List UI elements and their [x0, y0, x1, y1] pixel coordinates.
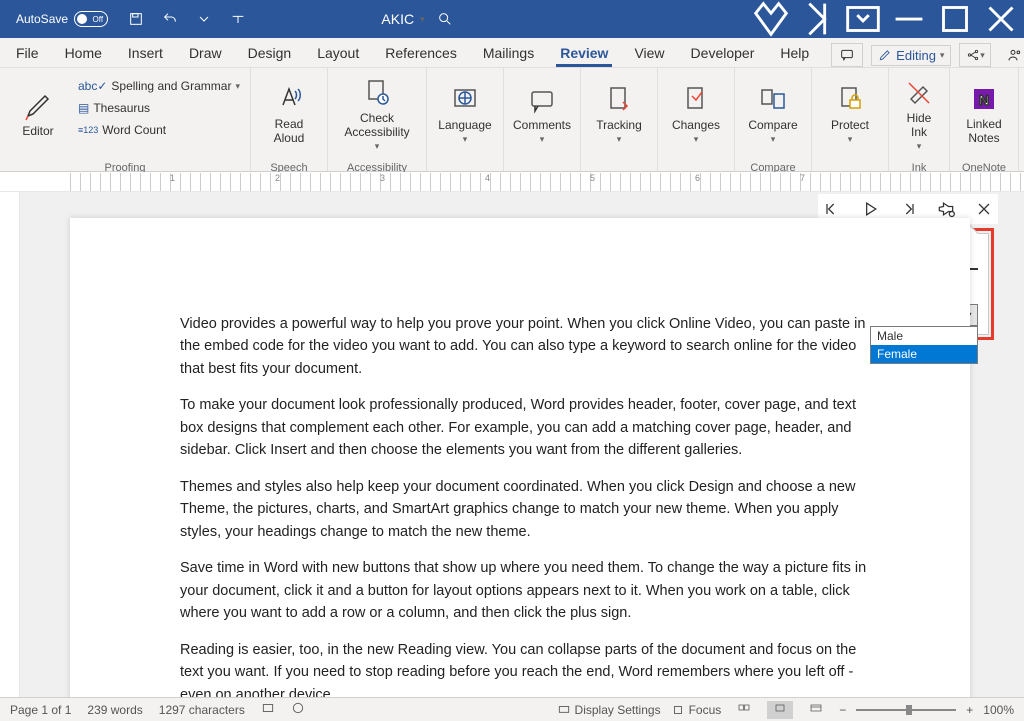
document-title[interactable]: AKIC [381, 11, 414, 27]
tab-file[interactable]: File [12, 41, 43, 67]
language-button[interactable]: Language▾ [433, 72, 497, 156]
editor-icon [22, 90, 54, 122]
paragraph: Themes and styles also help keep your do… [180, 476, 874, 543]
tab-design[interactable]: Design [244, 41, 296, 67]
read-mode-icon[interactable] [731, 701, 757, 719]
voice-dropdown: Male Female [870, 326, 978, 364]
previous-button[interactable] [822, 199, 842, 219]
autosave-toggle[interactable]: AutoSave Off [8, 11, 116, 27]
voice-option-female[interactable]: Female [871, 345, 977, 363]
tab-draw[interactable]: Draw [185, 41, 226, 67]
focus-button[interactable]: Focus [671, 703, 722, 717]
zoom-out-button[interactable]: − [839, 703, 846, 717]
display-settings-button[interactable]: Display Settings [557, 703, 661, 717]
close-read-aloud-button[interactable] [974, 199, 994, 219]
web-layout-icon[interactable] [803, 701, 829, 719]
autosave-label: AutoSave [16, 12, 68, 26]
tracking-button[interactable]: Tracking▾ [587, 72, 651, 156]
paragraph: Save time in Word with new buttons that … [180, 557, 874, 624]
autosave-state: Off [93, 15, 104, 24]
qat-customize-icon[interactable] [224, 5, 252, 33]
spell-check-icon[interactable] [261, 701, 275, 718]
document-area: Reading speed Voice Selection Female ▾ M… [0, 192, 1024, 697]
search-icon[interactable] [431, 5, 459, 33]
title-bar: AutoSave Off AKIC ▾ [0, 0, 1024, 38]
compare-button[interactable]: Compare▾ [741, 72, 805, 156]
changes-icon [680, 84, 712, 116]
vertical-ruler[interactable] [0, 192, 20, 697]
language-icon [449, 84, 481, 116]
tab-layout[interactable]: Layout [313, 41, 363, 67]
paragraph: Video provides a powerful way to help yo… [180, 313, 874, 380]
maximize-button[interactable] [932, 0, 978, 38]
share-button[interactable]: ▾ [959, 43, 991, 67]
compare-icon [757, 84, 789, 116]
paragraph: To make your document look professionall… [180, 394, 874, 461]
word-count[interactable]: 239 words [87, 703, 142, 717]
zoom-slider[interactable] [856, 709, 956, 711]
tab-view[interactable]: View [630, 41, 668, 67]
zoom-level[interactable]: 100% [983, 703, 1014, 717]
comments-icon [526, 84, 558, 116]
accessibility-status-icon[interactable] [291, 701, 305, 718]
changes-button[interactable]: Changes▾ [664, 72, 728, 156]
settings-button[interactable] [936, 199, 956, 219]
print-layout-icon[interactable] [767, 701, 793, 719]
paragraph: Reading is easier, too, in the new Readi… [180, 639, 874, 697]
undo-icon[interactable] [156, 5, 184, 33]
count-icon: ≡123 [78, 125, 98, 135]
ribbon: Editor abc✓Spelling and Grammar▾ ▤Thesau… [0, 68, 1024, 172]
coming-soon-icon[interactable] [794, 0, 840, 38]
next-button[interactable] [898, 199, 918, 219]
voice-option-male[interactable]: Male [871, 327, 977, 345]
check-accessibility-button[interactable]: Check Accessibility▾ [334, 72, 420, 156]
status-bar: Page 1 of 1 239 words 1297 characters Di… [0, 697, 1024, 721]
close-button[interactable] [978, 0, 1024, 38]
comments-button[interactable]: Comments▾ [510, 72, 574, 156]
tracking-icon [603, 84, 635, 116]
play-button[interactable] [860, 199, 880, 219]
horizontal-ruler[interactable]: 1 2 3 4 5 6 7 [0, 172, 1024, 192]
tab-mailings[interactable]: Mailings [479, 41, 538, 67]
document-page[interactable]: Video provides a powerful way to help yo… [70, 218, 970, 697]
chevron-down-icon: ▾ [940, 50, 945, 61]
tab-home[interactable]: Home [61, 41, 106, 67]
editing-label: Editing [896, 48, 936, 63]
book-icon: ▤ [78, 101, 89, 115]
zoom-in-button[interactable]: + [966, 703, 973, 717]
abc-icon: abc✓ [78, 79, 107, 93]
tab-references[interactable]: References [381, 41, 461, 67]
editing-mode-button[interactable]: Editing ▾ [871, 45, 951, 66]
onenote-icon: N [968, 83, 1000, 115]
tab-review[interactable]: Review [556, 41, 612, 67]
collab-button[interactable] [999, 43, 1024, 67]
ribbon-tabs: File Home Insert Draw Design Layout Refe… [0, 38, 1024, 68]
tab-developer[interactable]: Developer [687, 41, 759, 67]
svg-text:N: N [979, 92, 989, 108]
accessibility-icon [361, 77, 393, 109]
word-count-button[interactable]: ≡123Word Count [74, 120, 244, 140]
premium-icon[interactable] [748, 0, 794, 38]
ribbon-options-icon[interactable] [840, 0, 886, 38]
thesaurus-button[interactable]: ▤Thesaurus [74, 98, 244, 118]
tab-insert[interactable]: Insert [124, 41, 167, 67]
read-aloud-icon [273, 83, 305, 115]
editor-button[interactable]: Editor [6, 72, 70, 156]
tab-help[interactable]: Help [776, 41, 813, 67]
char-count[interactable]: 1297 characters [159, 703, 245, 717]
minimize-button[interactable] [886, 0, 932, 38]
spelling-grammar-button[interactable]: abc✓Spelling and Grammar▾ [74, 76, 244, 96]
undo-dropdown-icon[interactable] [190, 5, 218, 33]
hide-ink-button[interactable]: Hide Ink▾ [895, 72, 943, 156]
comments-pane-button[interactable] [831, 43, 863, 67]
save-icon[interactable] [122, 5, 150, 33]
linked-notes-button[interactable]: N Linked Notes [956, 72, 1012, 156]
ink-icon [903, 77, 935, 109]
protect-button[interactable]: Protect▾ [818, 72, 882, 156]
protect-icon [834, 84, 866, 116]
read-aloud-button[interactable]: Read Aloud [257, 72, 321, 156]
chevron-down-icon[interactable]: ▾ [420, 14, 425, 25]
page-indicator[interactable]: Page 1 of 1 [10, 703, 71, 717]
